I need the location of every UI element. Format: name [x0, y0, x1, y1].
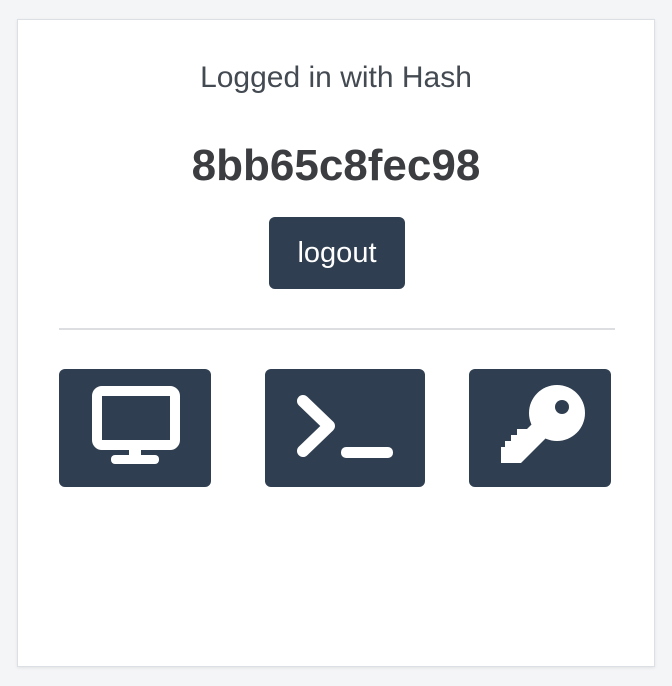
terminal-icon	[297, 395, 393, 458]
logout-button[interactable]: logout	[269, 217, 405, 289]
divider	[59, 328, 615, 330]
session-hash: 8bb65c8fec98	[191, 141, 481, 190]
terminal-button[interactable]	[265, 369, 425, 487]
desktop-icon	[92, 386, 180, 464]
key-icon	[501, 385, 585, 463]
desktop-button[interactable]	[59, 369, 211, 487]
logged-in-label: Logged in with Hash	[200, 61, 472, 94]
login-card: Logged in with Hash 8bb65c8fec98 logout	[17, 19, 655, 667]
key-button[interactable]	[469, 369, 611, 487]
